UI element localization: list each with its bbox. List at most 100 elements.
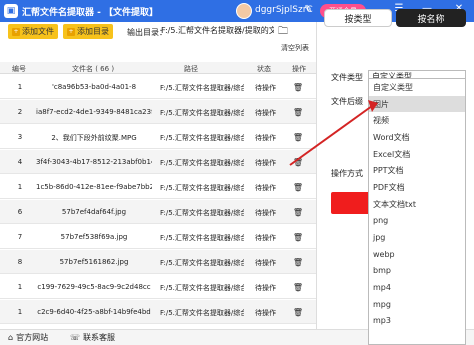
row-path: F:/5.汇帮文件名提取器/综合文件/57b7 [160,259,244,267]
tab-by-type-label: 按类型 [344,14,372,25]
dropdown-option[interactable]: bmp [369,263,465,280]
add-folder-label: 添加目录 [77,27,109,36]
dropdown-option[interactable]: jpg [369,229,465,246]
row-filename: 57b7ef4daf64f.jpg [61,208,127,216]
row-filename: 'c8a96b53-ba0d-4a01-8 [51,83,137,91]
row-path: F:/5.汇帮文件名提取器/综合文件/2、 [160,134,244,142]
add-file-label: 添加文件 [22,27,54,36]
dropdown-option[interactable]: PDF文档 [369,179,465,196]
row-filename: c199-7629-49c5-8ac9-9c2d48cc [37,283,151,291]
delete-icon[interactable]: 🗑 [292,133,304,142]
row-filename: c2c9-6d40-4f25-a8bf-14b9fe4bd [37,308,151,316]
row-path: F:/5.汇帮文件名提取器/综合文件/31cf [160,159,244,167]
add-folder-button[interactable]: + 添加目录 [63,24,113,39]
row-status: 待操作 [255,159,276,167]
dropdown-option-highlighted[interactable]: 图片 [369,95,465,113]
row-status: 待操作 [255,134,276,142]
add-file-button[interactable]: + 添加文件 [8,24,58,39]
table-row[interactable]: 1 c199-7629-49c5-8ac9-9c2d48cc F:/5.汇帮文件… [0,275,316,299]
delete-icon[interactable]: 🗑 [292,233,304,242]
col-status: 状态 [257,65,271,73]
dropdown-option[interactable]: webp [369,246,465,263]
action-mode-label: 操作方式 [331,169,363,178]
row-filename: 3f4f-3043-4b17-8512-213abf0b143ff [36,158,152,166]
row-status: 待操作 [255,209,276,217]
dropdown-option[interactable]: mpg [369,296,465,313]
plus-icon: + [12,27,20,36]
row-path: F:/5.汇帮文件名提取器/综合文件/cf2 [160,109,244,117]
home-icon: ⌂ [8,333,14,342]
row-index: 1 [17,183,23,191]
file-suffix-label: 文件后缀 [331,97,363,106]
edit-profile-icon[interactable]: ✎ [304,4,312,15]
delete-icon[interactable]: 🗑 [292,208,304,217]
row-path: F:/5.汇帮文件名提取器/综合文件/dfc [160,184,244,192]
table-row[interactable]: 8 57b7ef5161862.jpg F:/5.汇帮文件名提取器/综合文件/5… [0,250,316,274]
row-filename: 57b7ef5161862.jpg [59,258,129,266]
row-index: 1 [17,283,23,291]
delete-icon[interactable]: 🗑 [292,158,304,167]
table-row[interactable]: 1 'c8a96b53-ba0d-4a01-8 F:/5.汇帮文件名提取器/综合… [0,75,316,99]
row-path: F:/5.汇帮文件名提取器/综合文件/57b7 [160,234,244,242]
output-dir-input[interactable]: F:/5.汇帮文件名提取器/提取的文件 [161,25,274,37]
table-row[interactable]: 7 57b7ef538f69a.jpg F:/5.汇帮文件名提取器/综合文件/5… [0,225,316,249]
dropdown-option[interactable]: 文本文档txt [369,196,465,213]
row-index: 6 [17,208,23,216]
dropdown-option[interactable]: 视频 [369,112,465,129]
table-header: 编号 文件名 ( 66 ) 路径 状态 操作 [0,62,316,74]
row-status: 待操作 [255,309,276,317]
row-index: 8 [17,258,23,266]
start-button[interactable] [331,192,371,214]
dropdown-option[interactable]: 自定义类型 [369,79,465,96]
dropdown-option[interactable]: mp3 [369,313,465,330]
row-filename: 1c5b-86d0-412e-81ee-f9abe7bb2b7 [36,183,152,191]
row-status: 待操作 [255,284,276,292]
row-status: 待操作 [255,84,276,92]
table-row[interactable]: 3 2、我们下段外前纹聚.MPG F:/5.汇帮文件名提取器/综合文件/2、 待… [0,125,316,149]
row-filename: 2、我们下段外前纹聚.MPG [51,134,137,142]
contact-support-link[interactable]: ☏ 联系客服 [70,332,115,343]
delete-icon[interactable]: 🗑 [292,283,304,292]
dropdown-option[interactable]: Word文档 [369,129,465,146]
row-status: 待操作 [255,109,276,117]
dropdown-option[interactable]: PPT文档 [369,162,465,179]
row-path: F:/5.汇帮文件名提取器/综合文件/34c [160,284,244,292]
official-website-link[interactable]: ⌂ 官方网站 [8,332,48,343]
plus-icon: + [67,27,75,36]
dropdown-option[interactable]: Excel文档 [369,146,465,163]
row-filename: 57b7ef538f69a.jpg [60,233,128,241]
table-row[interactable]: 4 3f4f-3043-4b17-8512-213abf0b143ff F:/5… [0,150,316,174]
row-status: 待操作 [255,184,276,192]
delete-icon[interactable]: 🗑 [292,308,304,317]
table-row[interactable]: 1 c2c9-6d40-4f25-a8bf-14b9fe4bd F:/5.汇帮文… [0,300,316,324]
delete-icon[interactable]: 🗑 [292,183,304,192]
table-row[interactable]: 1 1c5b-86d0-412e-81ee-f9abe7bb2b7 F:/5.汇… [0,175,316,199]
folder-open-icon[interactable]: 🗀 [278,24,288,41]
tab-by-name-label: 按名称 [417,14,445,25]
app-logo-icon: ▣ [4,4,18,18]
row-status: 待操作 [255,234,276,242]
table-row[interactable]: 6 57b7ef4daf64f.jpg F:/5.汇帮文件名提取器/综合文件/5… [0,200,316,224]
col-action: 操作 [292,65,306,73]
col-index: 编号 [12,65,26,73]
col-path: 路径 [184,65,198,73]
row-status: 待操作 [255,259,276,267]
clear-list-button[interactable]: 清空列表 [281,43,309,53]
delete-icon[interactable]: 🗑 [292,83,304,92]
row-path: F:/5.汇帮文件名提取器/综合文件/4cd [160,84,244,92]
dropdown-option[interactable]: png [369,213,465,230]
tab-by-type[interactable]: 按类型 [324,9,392,27]
delete-icon[interactable]: 🗑 [292,108,304,117]
row-index: 2 [17,108,23,116]
delete-icon[interactable]: 🗑 [292,258,304,267]
contact-support-label: 联系客服 [83,333,116,342]
col-filename: 文件名 ( 66 ) [72,65,115,73]
row-index: 7 [17,233,23,241]
tab-by-name[interactable]: 按名称 [396,9,466,27]
row-index: 1 [17,83,23,91]
dropdown-option[interactable]: mp4 [369,279,465,296]
user-avatar[interactable] [236,3,252,19]
table-row[interactable]: 2 ia8f7-ecd2-4de1-9349-8481ca23f20 F:/5.… [0,100,316,124]
file-type-dropdown[interactable]: 自定义类型 图片 视频 Word文档 Excel文档 PPT文档 PDF文档 文… [368,78,466,345]
headset-icon: ☏ [70,333,81,342]
